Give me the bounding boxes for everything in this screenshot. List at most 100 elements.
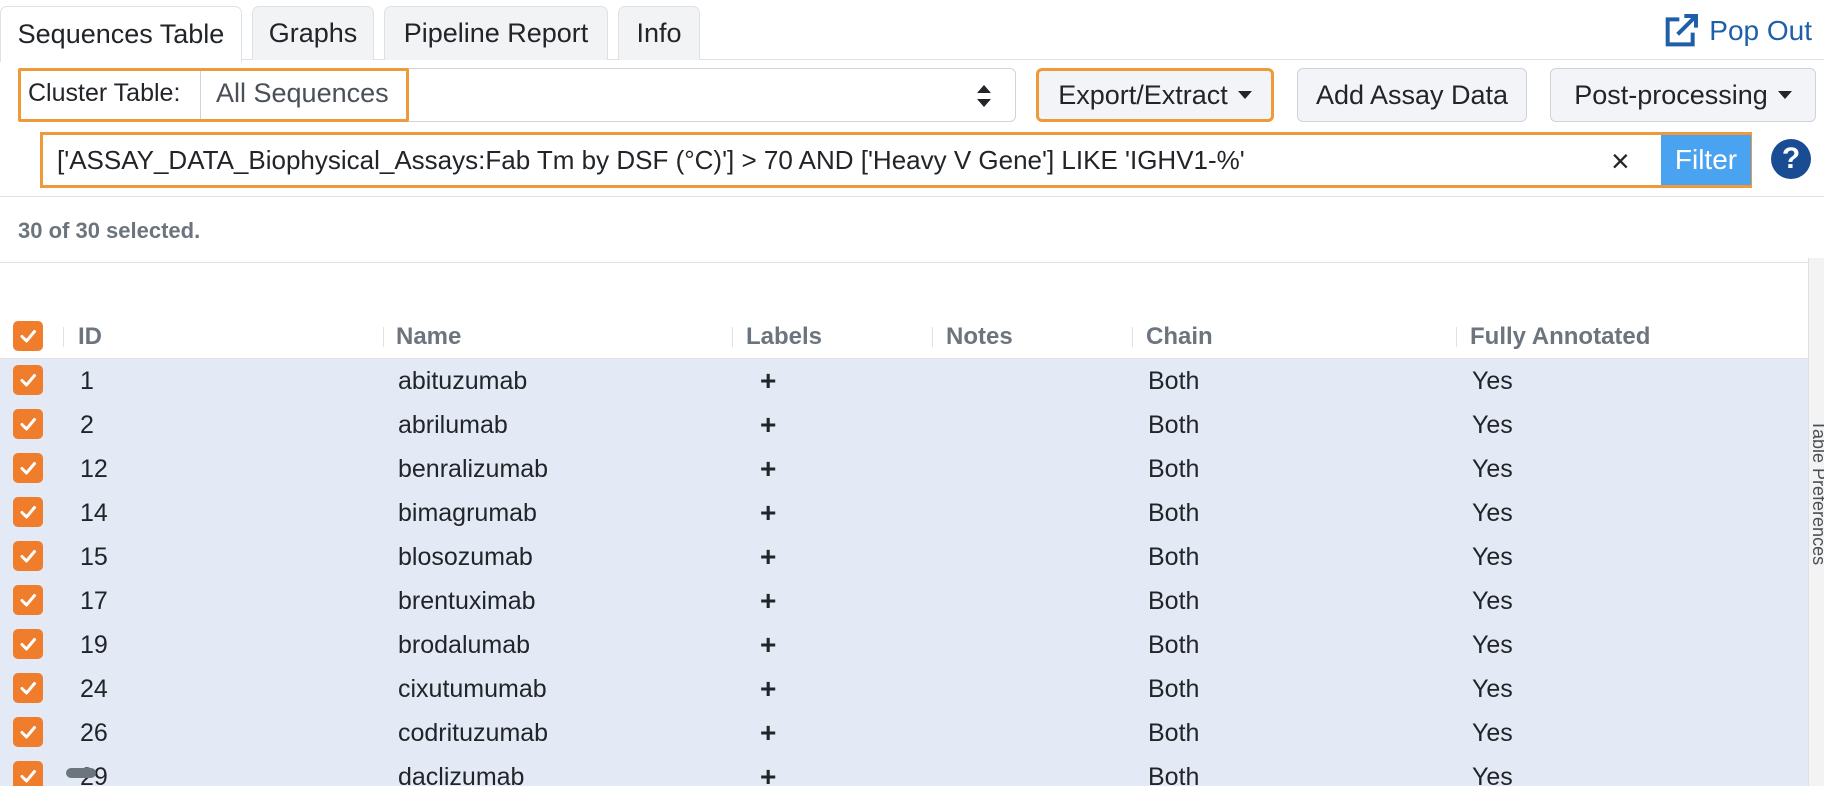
clear-icon[interactable]: × <box>1611 145 1630 177</box>
column-header-id[interactable]: ID <box>78 323 102 351</box>
cell-fully-annotated: Yes <box>1472 543 1513 571</box>
cell-name: benralizumab <box>398 455 549 483</box>
cell-id: 2 <box>80 411 94 439</box>
column-divider[interactable] <box>383 327 384 347</box>
cell-id: 1 <box>80 367 94 395</box>
tab-pipeline-report[interactable]: Pipeline Report <box>384 6 608 60</box>
filter-button[interactable]: Filter <box>1661 135 1751 185</box>
cluster-divider <box>200 71 201 119</box>
export-extract-label: Export/Extract <box>1058 79 1228 110</box>
cell-fully-annotated: Yes <box>1472 367 1513 395</box>
column-divider[interactable] <box>732 327 733 347</box>
cluster-table-value[interactable]: All Sequences <box>216 78 389 109</box>
cell-fully-annotated: Yes <box>1472 719 1513 747</box>
cell-fully-annotated: Yes <box>1472 411 1513 439</box>
add-label-icon[interactable]: + <box>760 541 776 573</box>
table-row[interactable]: 26 codrituzumab + Both Yes <box>0 711 1808 755</box>
add-label-icon[interactable]: + <box>760 717 776 749</box>
column-divider[interactable] <box>932 327 933 347</box>
row-checkbox[interactable] <box>13 453 43 483</box>
cell-id: 17 <box>80 587 108 615</box>
row-checkbox[interactable] <box>13 541 43 571</box>
cell-fully-annotated: Yes <box>1472 587 1513 615</box>
cell-chain: Both <box>1148 631 1200 659</box>
divider <box>0 262 1824 263</box>
add-label-icon[interactable]: + <box>760 629 776 661</box>
row-checkbox[interactable] <box>13 673 43 703</box>
checkmark-icon <box>20 638 36 651</box>
column-header-notes[interactable]: Notes <box>946 323 1013 351</box>
checkmark-icon <box>20 550 36 563</box>
table-body: 1 abituzumab + Both Yes 2 abrilumab + Both Yes 12 b… <box>0 359 1808 786</box>
row-checkbox[interactable] <box>13 497 43 527</box>
drag-handle[interactable] <box>66 768 96 778</box>
table-row[interactable]: 1 abituzumab + Both Yes <box>0 359 1808 403</box>
cell-name: codrituzumab <box>398 719 549 747</box>
add-assay-data-button[interactable]: Add Assay Data <box>1297 68 1527 122</box>
add-label-icon[interactable]: + <box>760 761 776 786</box>
column-header-chain[interactable]: Chain <box>1146 323 1213 351</box>
table-row[interactable]: 24 cixutumumab + Both Yes <box>0 667 1808 711</box>
tab-graphs[interactable]: Graphs <box>252 6 374 60</box>
table-row[interactable]: 12 benralizumab + Both Yes <box>0 447 1808 491</box>
table-row[interactable]: 29daclizumab+BothYes <box>0 755 1808 786</box>
cell-fully-annotated: Yes <box>1472 763 1513 786</box>
cell-chain: Both <box>1148 675 1200 703</box>
tab-info[interactable]: Info <box>618 6 700 60</box>
add-label-icon[interactable]: + <box>760 365 776 397</box>
add-label-icon[interactable]: + <box>760 585 776 617</box>
table-preferences-tab[interactable]: Table Preferences <box>1810 420 1824 640</box>
cell-fully-annotated: Yes <box>1472 499 1513 527</box>
post-processing-button[interactable]: Post-processing <box>1550 68 1816 122</box>
column-header-name[interactable]: Name <box>396 323 461 351</box>
cell-name: blosozumab <box>398 543 533 571</box>
caret-down-icon <box>1777 91 1792 99</box>
add-label-icon[interactable]: + <box>760 409 776 441</box>
table-row[interactable]: 15 blosozumab + Both Yes <box>0 535 1808 579</box>
export-extract-button[interactable]: Export/Extract <box>1036 68 1274 122</box>
table-row[interactable]: 17 brentuximab + Both Yes <box>0 579 1808 623</box>
column-divider[interactable] <box>1456 327 1457 347</box>
select-all-checkbox[interactable] <box>13 321 43 351</box>
column-divider[interactable] <box>1132 327 1133 347</box>
add-label-icon[interactable]: + <box>760 453 776 485</box>
add-label-icon[interactable]: + <box>760 673 776 705</box>
pop-out-link[interactable]: Pop Out <box>1661 10 1812 52</box>
cell-chain: Both <box>1148 719 1200 747</box>
row-checkbox[interactable] <box>13 409 43 439</box>
cell-fully-annotated: Yes <box>1472 455 1513 483</box>
row-checkbox[interactable] <box>13 761 43 786</box>
checkmark-icon <box>20 374 36 387</box>
external-link-icon <box>1665 14 1699 47</box>
row-checkbox[interactable] <box>13 365 43 395</box>
column-header-labels[interactable]: Labels <box>746 323 822 351</box>
cell-name: abrilumab <box>398 411 508 439</box>
cell-chain: Both <box>1148 543 1200 571</box>
tab-sequences-table[interactable]: Sequences Table <box>0 6 242 62</box>
cluster-table-label: Cluster Table: <box>28 79 181 107</box>
selection-count: 30 of 30 selected. <box>18 218 201 243</box>
column-header-fully-annotated[interactable]: Fully Annotated <box>1470 323 1650 351</box>
row-checkbox[interactable] <box>13 717 43 747</box>
filter-input[interactable]: ['ASSAY_DATA_Biophysical_Assays:Fab Tm b… <box>57 145 1245 176</box>
table-row[interactable]: 19 brodalumab + Both Yes <box>0 623 1808 667</box>
checkmark-icon <box>20 506 36 519</box>
cell-name: cixutumumab <box>398 675 547 703</box>
row-checkbox[interactable] <box>13 629 43 659</box>
cell-id: 19 <box>80 631 108 659</box>
cell-name: daclizumab <box>398 763 525 786</box>
cell-id: 14 <box>80 499 108 527</box>
add-label-icon[interactable]: + <box>760 497 776 529</box>
table-row[interactable]: 14 bimagrumab + Both Yes <box>0 491 1808 535</box>
divider <box>0 196 1824 197</box>
checkmark-icon <box>20 770 36 783</box>
post-processing-label: Post-processing <box>1574 79 1768 110</box>
cell-id: 12 <box>80 455 108 483</box>
row-checkbox[interactable] <box>13 585 43 615</box>
table-row[interactable]: 2 abrilumab + Both Yes <box>0 403 1808 447</box>
cell-chain: Both <box>1148 587 1200 615</box>
help-icon[interactable]: ? <box>1771 139 1811 179</box>
caret-down-icon <box>1237 91 1252 99</box>
checkmark-icon <box>20 594 36 607</box>
cell-fully-annotated: Yes <box>1472 631 1513 659</box>
